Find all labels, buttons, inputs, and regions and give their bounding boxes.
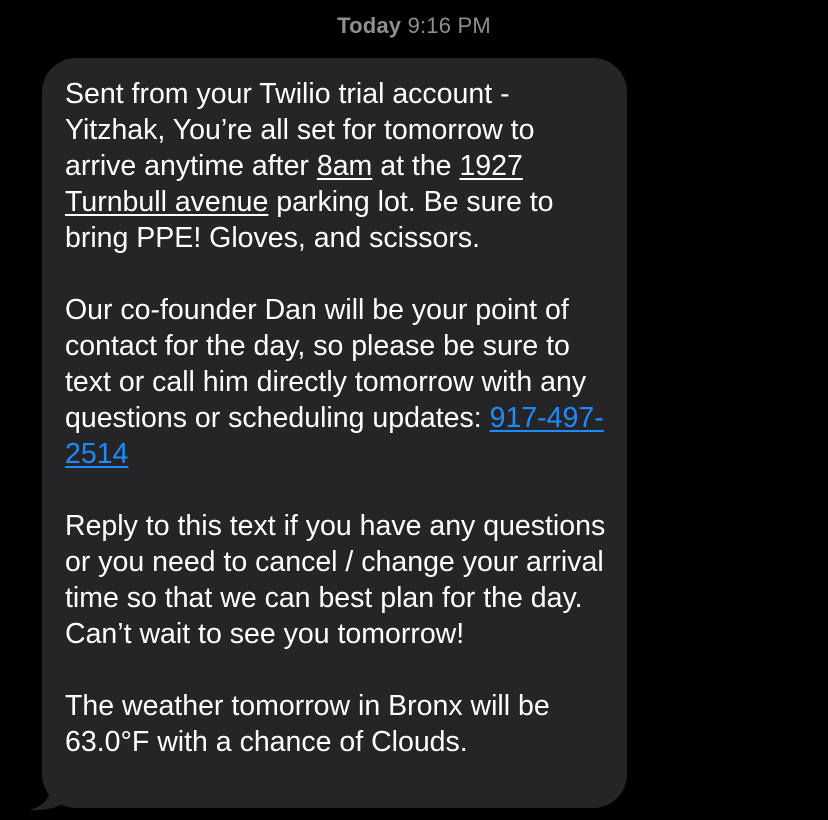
incoming-message[interactable]: Sent from your Twilio trial account - Yi… (30, 58, 627, 811)
message-paragraph-1: Sent from your Twilio trial account - Yi… (65, 76, 607, 256)
time-link[interactable]: 8am (317, 150, 372, 182)
message-paragraph-2: Our co-founder Dan will be your point of… (65, 292, 607, 472)
timestamp-day: Today (337, 13, 402, 38)
message-paragraph-3: Reply to this text if you have any quest… (65, 510, 606, 650)
message-paragraph-4: The weather tomorrow in Bronx will be 63… (65, 690, 550, 758)
message-text: at the (372, 150, 460, 182)
message-timestamp: Today 9:16 PM (0, 13, 828, 39)
message-bubble[interactable]: Sent from your Twilio trial account - Yi… (42, 58, 627, 808)
timestamp-time: 9:16 PM (407, 13, 491, 38)
